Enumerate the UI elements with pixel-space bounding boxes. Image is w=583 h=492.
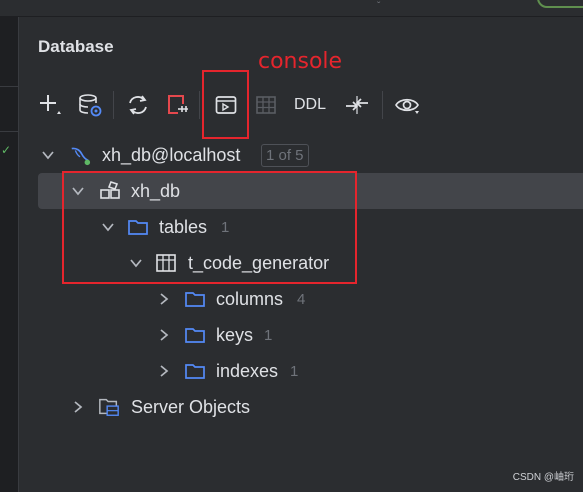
server-objects-icon [98, 396, 120, 418]
top-right-pill[interactable] [537, 0, 583, 8]
gutter-divider [0, 131, 19, 132]
folder-icon [184, 288, 206, 310]
refresh-button[interactable] [122, 87, 154, 123]
toolbar-separator [382, 91, 383, 119]
chevron-down-icon[interactable] [41, 148, 55, 162]
view-options-button[interactable] [391, 87, 423, 123]
left-gutter: ✓ [0, 17, 19, 492]
toolbar-separator [199, 91, 200, 119]
folder-icon [184, 324, 206, 346]
connection-label: xh_db@localhost [102, 144, 241, 165]
tree-node-keys[interactable]: keys 1 [20, 317, 583, 353]
jump-to-source-button[interactable] [341, 87, 373, 123]
toolbar-separator [113, 91, 114, 119]
table-icon [254, 93, 278, 117]
panel-title: Database [38, 37, 114, 56]
check-mark-icon: ✓ [1, 143, 12, 157]
connection-schema-badge[interactable]: 1 of 5 [261, 143, 309, 167]
refresh-icon [125, 92, 151, 118]
eye-icon [393, 92, 421, 118]
new-button[interactable] [34, 87, 66, 123]
keys-label: keys [216, 324, 254, 345]
database-panel: Database console DDL xh_db@localhost 1 o… [20, 17, 583, 492]
disconnect-button[interactable] [161, 87, 193, 123]
chevron-right-icon[interactable] [157, 364, 171, 378]
table-view-button[interactable] [250, 87, 282, 123]
top-marker: ˇ [377, 1, 381, 12]
database-settings-icon [77, 92, 103, 118]
plus-icon [37, 92, 63, 118]
keys-count: 1 [264, 326, 273, 344]
watermark: CSDN @岫珩 [512, 472, 574, 483]
console-highlight-box [202, 70, 249, 139]
server-objects-label: Server Objects [131, 396, 251, 417]
columns-count: 4 [297, 290, 306, 308]
data-source-properties-button[interactable] [74, 87, 106, 123]
indexes-label: indexes [216, 360, 279, 381]
gutter-divider [0, 86, 19, 87]
tree-node-columns[interactable]: columns 4 [20, 281, 583, 317]
columns-label: columns [216, 288, 284, 309]
console-annotation: console [258, 49, 343, 74]
indexes-count: 1 [290, 362, 299, 380]
folder-icon [184, 360, 206, 382]
tree-node-server-objects[interactable]: Server Objects [20, 389, 583, 425]
chevron-right-icon[interactable] [71, 400, 85, 414]
jump-to-source-icon [343, 92, 371, 118]
tree-node-connection[interactable]: xh_db@localhost 1 of 5 [20, 137, 583, 173]
mysql-icon [69, 144, 91, 166]
disconnect-icon [164, 92, 190, 118]
top-strip: ˇ [0, 0, 583, 17]
database-toolbar: DDL [20, 87, 583, 123]
tree-node-indexes[interactable]: indexes 1 [20, 353, 583, 389]
ddl-button[interactable]: DDL [290, 87, 330, 123]
chevron-right-icon[interactable] [157, 292, 171, 306]
chevron-right-icon[interactable] [157, 328, 171, 342]
schema-highlight-box [62, 171, 357, 284]
